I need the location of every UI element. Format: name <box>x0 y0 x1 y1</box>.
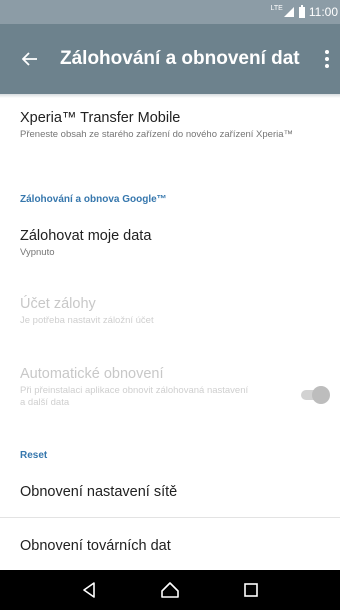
overflow-menu-dot <box>325 64 329 68</box>
arrow-back-icon <box>22 52 37 66</box>
backup-account-item: Účet zálohy Je potřeba nastavit záložní … <box>20 296 320 327</box>
settings-list[interactable]: Xperia™ Transfer Mobile Přeneste obsah z… <box>0 94 340 570</box>
status-time: 11:00 <box>308 5 338 19</box>
battery-icon <box>298 4 305 18</box>
overflow-menu-button[interactable] <box>314 50 340 68</box>
nav-home-icon[interactable] <box>161 582 179 598</box>
item-title: Automatické obnovení <box>20 366 164 382</box>
status-bar: LTE 11:00 <box>0 0 340 24</box>
item-summary: Je potřeba nastavit záložní účet <box>20 315 154 326</box>
signal-icon <box>283 7 294 17</box>
item-title: Xperia™ Transfer Mobile <box>20 110 181 126</box>
network-reset-item[interactable]: Obnovení nastavení sítě <box>20 484 320 501</box>
item-title: Účet zálohy <box>20 296 96 312</box>
factory-reset-item[interactable]: Obnovení továrních dat <box>20 538 320 555</box>
backup-data-item[interactable]: Zálohovat moje data Vypnuto <box>20 228 320 259</box>
overflow-menu-icon <box>325 50 329 54</box>
item-summary: Vypnuto <box>20 247 55 258</box>
toggle-thumb <box>312 386 330 404</box>
item-summary: Přeneste obsah ze starého zařízení do no… <box>20 129 294 140</box>
reset-section-header: Reset <box>20 450 48 461</box>
navigation-bar <box>0 570 340 610</box>
nav-recents-icon[interactable] <box>243 583 258 597</box>
item-summary: Při přeinstalaci aplikace obnovit záloho… <box>20 385 249 408</box>
item-title: Zálohovat moje data <box>20 228 152 244</box>
item-title: Obnovení továrních dat <box>20 538 171 554</box>
google-section-header: Zálohování a obnova Google™ <box>20 194 167 205</box>
xperia-transfer-item[interactable]: Xperia™ Transfer Mobile Přeneste obsah z… <box>20 110 320 141</box>
auto-restore-toggle[interactable] <box>298 386 332 404</box>
overflow-menu-dot <box>325 57 329 61</box>
page-title: Zálohování a obnovení dat <box>60 48 300 69</box>
nav-back-icon[interactable] <box>82 582 96 598</box>
list-divider <box>0 517 340 518</box>
scroll-shadow <box>0 94 340 98</box>
app-bar: Zálohování a obnovení dat <box>0 24 340 94</box>
back-button[interactable] <box>0 52 60 66</box>
network-type-label: LTE <box>270 4 283 12</box>
item-title: Obnovení nastavení sítě <box>20 484 178 500</box>
auto-restore-item: Automatické obnovení Při přeinstalaci ap… <box>20 366 250 409</box>
